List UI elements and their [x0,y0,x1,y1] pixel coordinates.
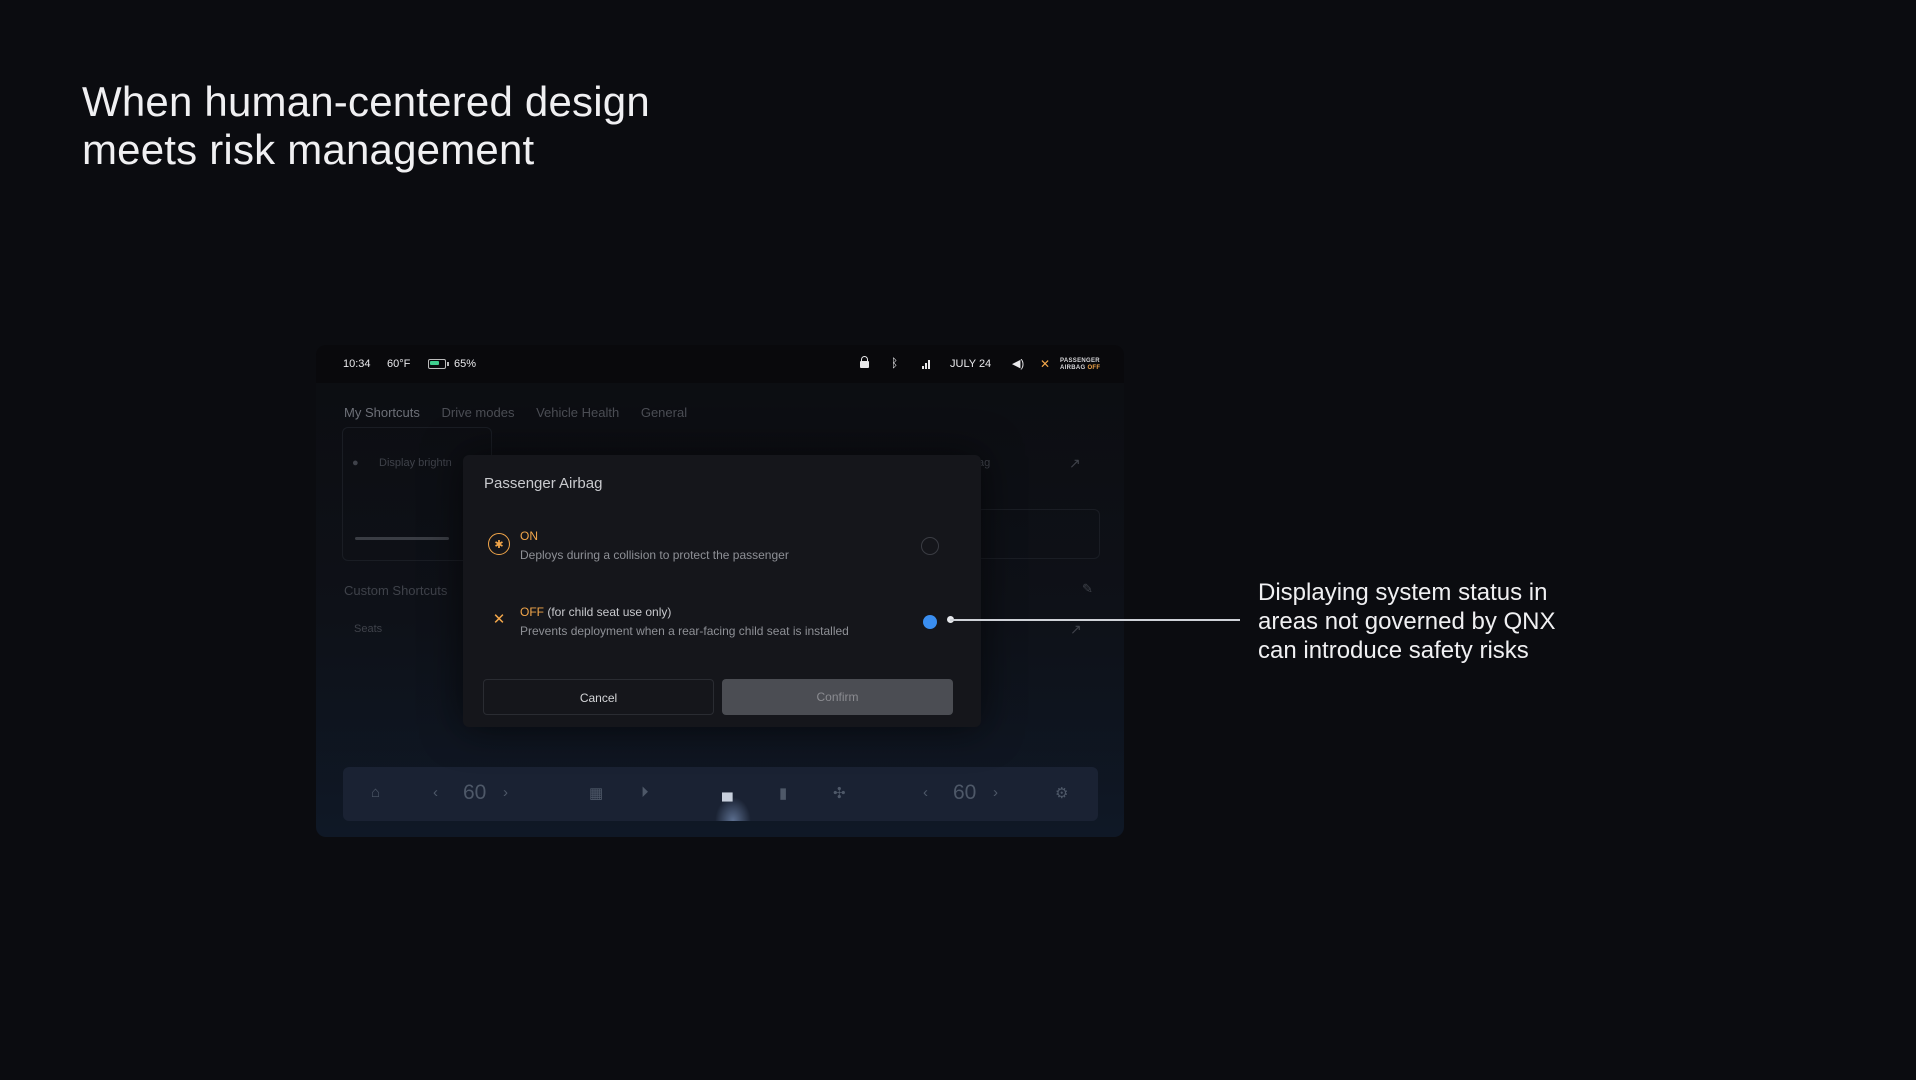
option-off-title: OFF (for child seat use only) [520,605,671,619]
status-bar: 10:34 60°F 65% ᛒ JULY 24 ◀) ✕ PASSENGER … [316,345,1124,383]
tab-bar: My Shortcuts Drive modes Vehicle Health … [344,405,705,420]
battery-level: 65% [454,358,477,370]
option-off-description: Prevents deployment when a rear-facing c… [520,624,849,638]
clock: 10:34 [343,358,371,370]
apps-grid-icon[interactable]: ▦ [589,784,603,802]
car-icon[interactable]: ▄ [722,784,733,801]
right-temp-increase-icon[interactable]: › [993,784,998,801]
radio-off-selected[interactable] [923,615,937,629]
radio-on[interactable] [921,537,939,555]
airbag-off-icon: ✕ [1040,357,1051,371]
tab-my-shortcuts[interactable]: My Shortcuts [344,405,420,420]
seat-icon[interactable]: ▮ [779,784,787,802]
brightness-icon: ● [352,457,359,469]
date: JULY 24 [950,358,992,370]
media-play-icon[interactable]: ⏵ [641,784,649,801]
airbag-on-icon: ✱ [488,533,510,555]
option-on-label: ON [520,529,538,543]
signal-icon [922,359,932,369]
heading-line-2: meets risk management [82,126,535,173]
right-temp-value: 60 [953,781,977,804]
callout-line-1: Displaying system status in [1258,579,1548,606]
left-temp-increase-icon[interactable]: › [503,784,508,801]
option-off-suffix: (for child seat use only) [544,605,672,619]
fan-icon[interactable]: ✣ [833,784,846,802]
airbag-status-indicator: PASSENGER AIRBAG OFF [1060,358,1100,372]
battery-icon [428,359,449,369]
right-temp-decrease-icon[interactable]: ‹ [923,784,928,801]
seats-open-arrow-icon[interactable]: ↗ [1070,621,1082,638]
airbag-status-line1: PASSENGER [1060,358,1100,364]
infotainment-screen: 10:34 60°F 65% ᛒ JULY 24 ◀) ✕ PASSENGER … [316,345,1124,837]
option-on-title: ON [520,529,538,543]
airbag-off-option-icon: ✕ [492,611,506,628]
option-on-description: Deploys during a collision to protect th… [520,548,789,562]
bluetooth-icon[interactable]: ᛒ [891,356,898,370]
option-off-label: OFF [520,605,544,619]
outside-temperature: 60°F [387,358,411,370]
airbag-shortcut-card[interactable] [976,509,1100,559]
callout-line-3: can introduce safety risks [1258,637,1529,664]
airbag-status-line2: AIRBAG [1060,365,1086,371]
passenger-airbag-dialog: Passenger Airbag ✱ ON Deploys during a c… [463,455,981,727]
brightness-slider[interactable] [355,537,449,540]
airbag-option-on[interactable]: ✱ ON Deploys during a collision to prote… [484,527,962,567]
airbag-option-off[interactable]: ✕ OFF (for child seat use only) Prevents… [484,603,962,643]
dialog-title: Passenger Airbag [484,475,603,492]
heading-line-1: When human-centered design [82,78,650,125]
volume-icon[interactable]: ◀) [1012,357,1024,370]
custom-shortcuts-heading: Custom Shortcuts [344,583,448,598]
bottom-dock: ⌂ ‹ 60 › ▦ ⏵ ▄ ▮ ✣ ‹ 60 › ⚙ [343,767,1098,821]
seats-shortcut-label: Seats [354,623,383,635]
slide-heading: When human-centered design meets risk ma… [82,78,650,174]
tab-drive-modes[interactable]: Drive modes [441,405,514,420]
left-temp-decrease-icon[interactable]: ‹ [433,784,438,801]
callout-line-2: areas not governed by QNX [1258,608,1556,635]
left-temp-value: 60 [463,781,487,804]
active-tab-glow [715,797,751,821]
open-arrow-icon[interactable]: ↗ [1069,455,1081,472]
callout-leader-line [950,619,1240,621]
tab-vehicle-health[interactable]: Vehicle Health [536,405,619,420]
callout-text: Displaying system status in areas not go… [1258,578,1618,665]
lock-icon[interactable] [860,356,869,368]
tab-general[interactable]: General [641,405,687,420]
confirm-button[interactable]: Confirm [722,679,953,715]
edit-pencil-icon[interactable]: ✎ [1082,581,1093,597]
home-icon[interactable]: ⌂ [371,784,380,801]
cancel-button[interactable]: Cancel [483,679,714,715]
display-brightness-label: Display brightn [379,457,452,469]
airbag-status-state: OFF [1087,365,1101,371]
settings-gear-icon[interactable]: ⚙ [1055,784,1068,802]
